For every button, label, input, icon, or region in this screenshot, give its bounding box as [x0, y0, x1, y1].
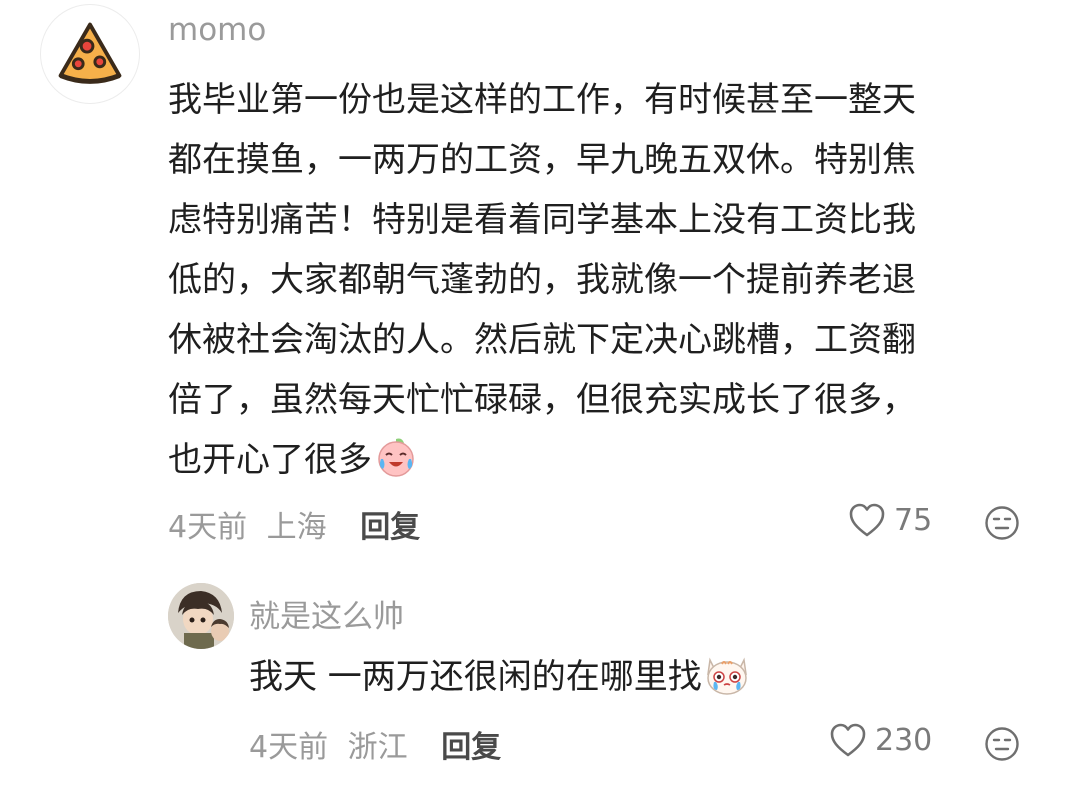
reply-avatar[interactable]	[168, 583, 234, 649]
reply-text: 我天 一两万还很闲的在哪里找	[249, 657, 702, 697]
laughing-crying-peach-emoji	[374, 435, 418, 498]
reply-body: 我天 一两万还很闲的在哪里找	[249, 652, 949, 710]
reply-location: 浙江	[347, 730, 408, 765]
unamused-face-icon	[985, 727, 1019, 761]
unamused-face-icon	[985, 506, 1019, 540]
avatar[interactable]	[40, 4, 140, 104]
reply-time: 4天前	[249, 730, 329, 765]
comment-line: 虑特别痛苦！特别是看着同学基本上没有工资比我	[168, 200, 916, 240]
comment-line: 我毕业第一份也是这样的工作，有时候甚至一整天	[168, 80, 916, 120]
crying-cat-emoji	[704, 652, 750, 710]
comment-location: 上海	[266, 510, 327, 545]
comment-line: 都在摸鱼，一两万的工资，早九晚五双休。特别焦	[168, 140, 916, 180]
heart-icon	[849, 503, 885, 537]
anime-character-avatar	[168, 583, 234, 649]
comment-line: 休被社会淘汰的人。然后就下定决心跳槽，工资翻	[168, 320, 916, 360]
comment-line-text: 也开心了很多	[168, 440, 372, 480]
comment-username[interactable]: momo	[168, 12, 266, 48]
reply-reply-button[interactable]: 回复	[441, 730, 501, 765]
comment-line: 低的，大家都朝气蓬勃的，我就像一个提前养老退	[168, 260, 916, 300]
comment-meta: 4天前 上海 回复	[168, 502, 420, 546]
reply-meta: 4天前 浙江 回复	[249, 722, 501, 766]
like-button[interactable]: 75	[848, 502, 932, 538]
dislike-button[interactable]	[984, 505, 1020, 541]
reply-like-button[interactable]: 230	[829, 722, 932, 758]
reply-like-count: 230	[875, 722, 933, 758]
pizza-slice-icon	[58, 22, 122, 84]
comment-line-last: 也开心了很多	[168, 430, 1028, 490]
reply-dislike-button[interactable]	[984, 726, 1020, 762]
reply-button[interactable]: 回复	[360, 510, 420, 545]
comment-time: 4天前	[168, 510, 248, 545]
comment-line: 倍了，虽然每天忙忙碌碌，但很充实成长了很多，	[168, 380, 916, 420]
heart-icon	[830, 723, 866, 757]
reply-username[interactable]: 就是这么帅	[249, 591, 404, 636]
like-count: 75	[894, 502, 933, 538]
comment-body: 我毕业第一份也是这样的工作，有时候甚至一整天 都在摸鱼，一两万的工资，早九晚五双…	[168, 70, 1028, 490]
